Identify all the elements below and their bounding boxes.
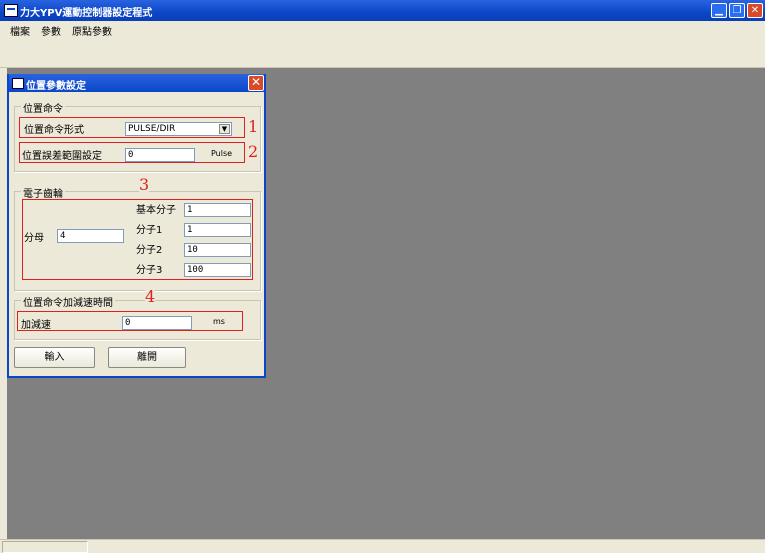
numerator3-input[interactable]: 100 <box>184 263 251 277</box>
dialog-icon <box>12 78 24 89</box>
command-type-select[interactable]: PULSE/DIR ▼ <box>125 122 232 136</box>
enter-button[interactable]: 輸入 <box>14 347 95 368</box>
status-bar <box>0 539 765 553</box>
marker-3: 3 <box>139 175 150 194</box>
marker-2: 2 <box>248 142 259 161</box>
minimize-button[interactable]: ▁ <box>711 3 727 18</box>
dialog-close-button[interactable]: ✕ <box>248 75 264 91</box>
exit-button[interactable]: 離開 <box>108 347 186 368</box>
error-range-input[interactable]: 0 <box>125 148 195 162</box>
menu-params[interactable]: 參數 <box>41 23 61 38</box>
numerator2-label: 分子2 <box>136 245 163 256</box>
numerator1-label: 分子1 <box>136 225 163 236</box>
menu-origin-params[interactable]: 原點參數 <box>72 23 112 38</box>
error-range-label: 位置誤差範圍設定 <box>22 151 102 162</box>
dialog-title-bar: 位置參數設定 ✕ <box>9 74 264 92</box>
accel-label: 加減速 <box>21 320 51 331</box>
position-command-group-label: 位置命令 <box>21 100 65 115</box>
numerator2-input[interactable]: 10 <box>184 243 251 257</box>
command-type-value: PULSE/DIR <box>128 124 176 134</box>
command-type-label: 位置命令形式 <box>24 125 84 136</box>
accel-time-group: 位置命令加減速時間 4 加減速 0 ms <box>14 289 261 340</box>
position-command-group: 位置命令 位置命令形式 PULSE/DIR ▼ 1 位置誤差範圍設定 0 Pul… <box>14 100 261 172</box>
toolbar-area <box>0 37 765 68</box>
position-params-dialog: 位置參數設定 ✕ 位置命令 位置命令形式 PULSE/DIR ▼ 1 位置誤差範… <box>7 74 266 378</box>
status-panel <box>2 541 88 553</box>
menu-bar: 檔案 參數 原點參數 <box>0 21 765 38</box>
close-button[interactable]: ✕ <box>747 3 763 18</box>
base-numerator-label: 基本分子 <box>136 205 176 216</box>
restore-button[interactable]: ❐ <box>729 3 745 18</box>
denominator-label: 分母 <box>24 233 44 244</box>
accel-input[interactable]: 0 <box>122 316 192 330</box>
dialog-title: 位置參數設定 <box>26 81 86 92</box>
electronic-gear-group: 電子齒輪 3 分母 4 基本分子 1 分子1 1 分子2 10 分子3 100 <box>14 177 261 291</box>
numerator1-input[interactable]: 1 <box>184 223 251 237</box>
electronic-gear-group-label: 電子齒輪 <box>21 185 65 200</box>
accel-time-group-label: 位置命令加減速時間 <box>21 294 115 309</box>
error-range-unit: Pulse <box>211 149 233 158</box>
marker-1: 1 <box>248 117 259 136</box>
app-title-bar: 力大YPV運動控制器設定程式 ▁ ❐ ✕ <box>0 0 765 21</box>
app-title: 力大YPV運動控制器設定程式 <box>20 8 153 19</box>
base-numerator-input[interactable]: 1 <box>184 203 251 217</box>
app-icon <box>4 4 18 17</box>
accel-unit: ms <box>213 317 225 326</box>
marker-4: 4 <box>145 287 156 306</box>
numerator3-label: 分子3 <box>136 265 163 276</box>
dropdown-arrow-icon[interactable]: ▼ <box>219 124 230 134</box>
menu-file[interactable]: 檔案 <box>10 23 30 38</box>
denominator-input[interactable]: 4 <box>57 229 124 243</box>
